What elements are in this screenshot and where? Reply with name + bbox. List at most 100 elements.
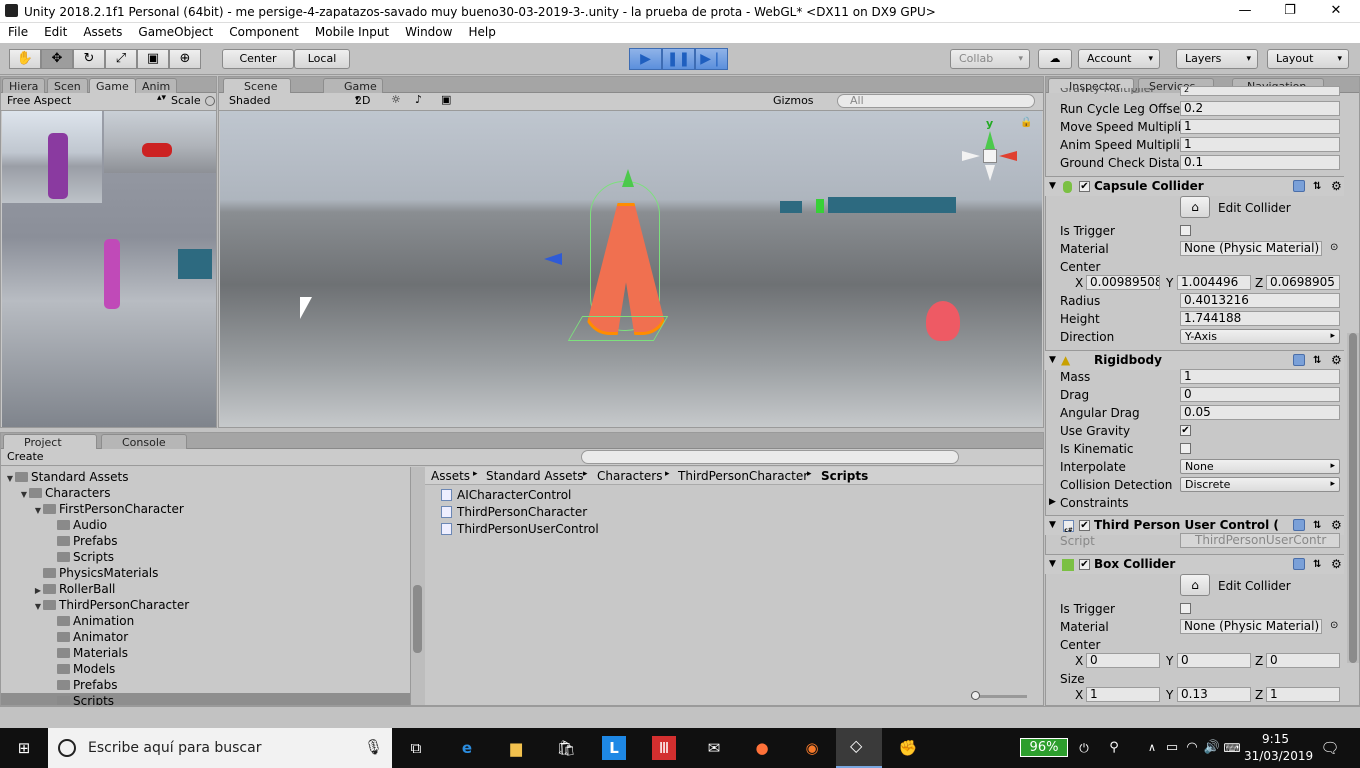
box-material-field[interactable]: None (Physic Material): [1180, 619, 1322, 634]
collision-detection-dropdown[interactable]: Discrete: [1180, 477, 1340, 492]
tree-item[interactable]: Audio: [47, 517, 107, 533]
gizmos-dropdown[interactable]: Gizmos: [773, 94, 814, 107]
object-picker-icon[interactable]: ⊙: [1330, 242, 1338, 253]
cut-row-field[interactable]: 2: [1180, 86, 1340, 96]
keyboard-icon[interactable]: ⌨: [1220, 736, 1244, 760]
box-enabled-checkbox[interactable]: ✔: [1079, 559, 1090, 570]
foldout-open-icon[interactable]: ▼: [33, 503, 43, 519]
center-y-field[interactable]: 1.004496: [1177, 275, 1251, 290]
tree-item[interactable]: PhysicsMaterials: [33, 565, 158, 581]
blender-icon[interactable]: ◉: [800, 736, 824, 760]
file-item[interactable]: ThirdPersonCharacter: [441, 504, 587, 520]
center-x-field[interactable]: 0.009895086: [1086, 275, 1160, 290]
menu-window[interactable]: Window: [397, 23, 460, 39]
tree-item[interactable]: Prefabs: [47, 677, 118, 693]
direction-dropdown[interactable]: Y-Axis: [1180, 329, 1340, 344]
radius-field[interactable]: 0.4013216: [1180, 293, 1340, 308]
store-icon[interactable]: 🛍: [554, 736, 578, 760]
inspector-scrollbar[interactable]: [1347, 333, 1359, 663]
zoom-slider-thumb[interactable]: [971, 691, 980, 700]
box-size-z-field[interactable]: 1: [1266, 687, 1340, 702]
audio-icon[interactable]: ♪: [415, 93, 422, 106]
battery-indicator[interactable]: 96%: [1020, 738, 1068, 757]
interpolate-dropdown[interactable]: None: [1180, 459, 1340, 474]
capsule-collider-header[interactable]: ▼ ✔ Capsule Collider ⇅ ⚙: [1045, 176, 1344, 196]
tab-animation[interactable]: Anim: [135, 78, 178, 93]
run-cycle-field[interactable]: 0.2: [1180, 101, 1340, 116]
hand-tool-icon[interactable]: ✋: [9, 49, 41, 69]
foldout-arrow-icon[interactable]: ▼: [1049, 555, 1056, 574]
breadcrumb-standard-assets[interactable]: Standard Assets: [486, 469, 583, 483]
tab-game-view[interactable]: Game: [323, 78, 383, 93]
firefox-icon[interactable]: ●: [750, 736, 774, 760]
pivot-center-button[interactable]: Center: [222, 49, 294, 69]
clock-date[interactable]: 31/03/2019: [1244, 749, 1313, 763]
preset-icon[interactable]: ⇅: [1313, 177, 1321, 196]
effects-icon[interactable]: ▣: [441, 93, 451, 106]
aspect-dropdown[interactable]: Free Aspect: [7, 94, 71, 107]
microphone-icon[interactable]: 🎙: [364, 738, 383, 756]
play-button[interactable]: ▶: [629, 48, 662, 70]
notifications-icon[interactable]: 🗨: [1318, 736, 1342, 760]
foldout-arrow-icon[interactable]: ▼: [1049, 516, 1056, 535]
tab-project[interactable]: Project: [3, 434, 97, 449]
menu-file[interactable]: File: [0, 23, 36, 39]
app-l-icon[interactable]: L: [602, 736, 626, 760]
menu-gameobject[interactable]: GameObject: [130, 23, 221, 39]
gizmo-lock-icon[interactable]: 🔒: [1020, 117, 1032, 128]
file-item[interactable]: ThirdPersonUserControl: [441, 521, 599, 537]
foldout-arrow-icon[interactable]: ▼: [1049, 351, 1056, 370]
2d-toggle[interactable]: 2D: [355, 94, 370, 107]
clock-time[interactable]: 9:15: [1262, 732, 1289, 746]
move-tool-icon[interactable]: ✥: [41, 49, 73, 69]
edit-collider-icon[interactable]: ⌂: [1180, 196, 1210, 218]
file-explorer-icon[interactable]: ▆: [504, 736, 528, 760]
inspector-scrollbar-thumb[interactable]: [1349, 333, 1357, 663]
menu-mobile-input[interactable]: Mobile Input: [307, 23, 397, 39]
center-z-field[interactable]: 0.0698905: [1266, 275, 1340, 290]
preset-icon[interactable]: ⇅: [1313, 555, 1321, 574]
gizmo-y-cone-icon[interactable]: [985, 131, 995, 149]
menu-assets[interactable]: Assets: [75, 23, 130, 39]
tree-item[interactable]: Materials: [47, 645, 128, 661]
object-picker-icon[interactable]: ⊙: [1330, 620, 1338, 631]
shading-dropdown[interactable]: Shaded: [229, 94, 270, 107]
foldout-open-icon[interactable]: ▼: [33, 599, 43, 615]
breadcrumb-scripts[interactable]: Scripts: [821, 469, 868, 483]
tpuc-enabled-checkbox[interactable]: ✔: [1079, 520, 1090, 531]
edit-collider-icon[interactable]: ⌂: [1180, 574, 1210, 596]
y-axis-handle-icon[interactable]: [622, 169, 634, 187]
help-icon[interactable]: [1293, 180, 1305, 192]
tree-item[interactable]: Prefabs: [47, 533, 118, 549]
gizmo-neg-x-cone-icon[interactable]: [962, 151, 980, 161]
scene-gizmo[interactable]: y: [956, 117, 1026, 187]
file-item[interactable]: AICharacterControl: [441, 487, 571, 503]
pause-button[interactable]: ❚❚: [662, 48, 695, 70]
breadcrumb-assets[interactable]: Assets: [431, 469, 470, 483]
material-field[interactable]: None (Physic Material): [1180, 241, 1322, 256]
tab-hierarchy[interactable]: Hiera: [2, 78, 46, 93]
unity-taskbar-item[interactable]: ◇: [836, 728, 882, 768]
help-icon[interactable]: [1293, 354, 1305, 366]
step-button[interactable]: ▶❘: [695, 48, 728, 70]
is-trigger-checkbox[interactable]: [1180, 225, 1191, 236]
app-hand-icon[interactable]: ✊: [896, 736, 920, 760]
edge-icon[interactable]: e: [455, 736, 479, 760]
minimize-button[interactable]: —: [1222, 0, 1268, 23]
box-is-trigger-checkbox[interactable]: [1180, 603, 1191, 614]
maximize-button[interactable]: ❐: [1267, 0, 1313, 23]
gizmo-center-cube-icon[interactable]: [983, 149, 997, 163]
use-gravity-checkbox[interactable]: ✔: [1180, 425, 1191, 436]
move-speed-field[interactable]: 1: [1180, 119, 1340, 134]
close-button[interactable]: ✕: [1313, 0, 1359, 23]
game-view[interactable]: [2, 111, 216, 427]
is-kinematic-checkbox[interactable]: [1180, 443, 1191, 454]
capsule-enabled-checkbox[interactable]: ✔: [1079, 181, 1090, 192]
tree-item[interactable]: Models: [47, 661, 115, 677]
tab-scene[interactable]: Scene: [223, 78, 291, 93]
create-dropdown[interactable]: Create: [7, 450, 56, 463]
ground-check-field[interactable]: 0.1: [1180, 155, 1340, 170]
tree-item[interactable]: Scripts: [1, 693, 410, 705]
tree-scrollbar[interactable]: [411, 467, 425, 705]
help-icon[interactable]: [1293, 558, 1305, 570]
